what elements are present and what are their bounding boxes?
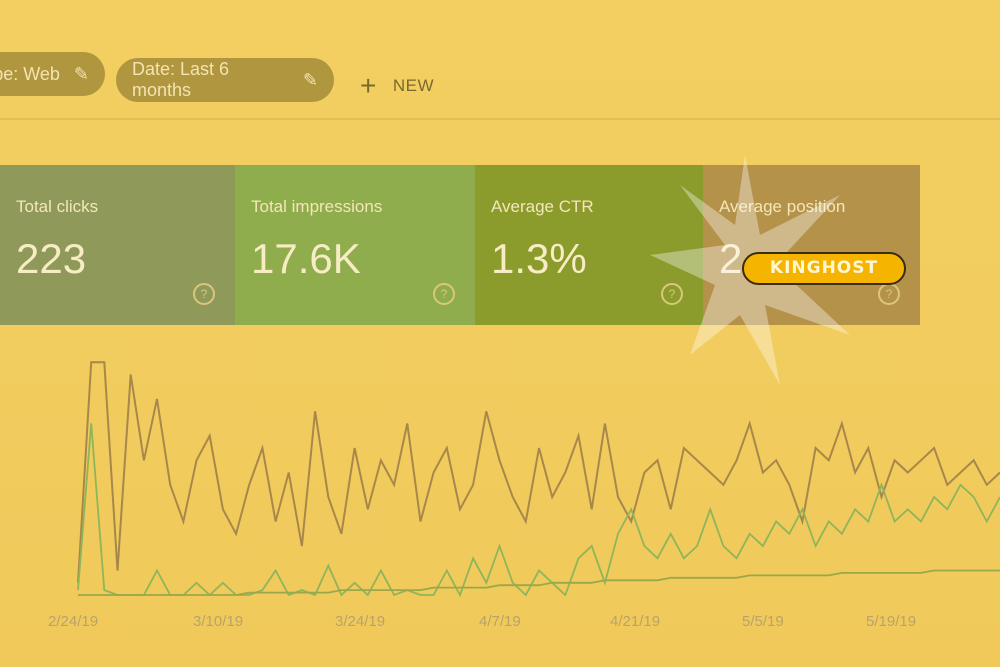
performance-chart [77,361,1000,598]
series-line-0 [77,361,1000,583]
x-tick-label: 3/10/19 [193,613,244,630]
pencil-icon[interactable]: ✎ [303,70,318,91]
metric-value: 223 [16,235,87,282]
help-icon[interactable]: ? [878,283,900,305]
search-console-screen: pe: Web ✎ Date: Last 6 months ✎ + NEW To… [0,0,1000,667]
filter-chip-type-label: pe: Web [0,63,60,84]
metric-label: Total clicks [16,197,99,216]
new-filter-button[interactable]: + NEW [360,72,434,100]
filter-chip-date-label: Date: Last 6 months [132,59,230,100]
x-tick-label: 3/24/19 [335,613,386,630]
x-tick-label: 4/7/19 [479,613,521,630]
plus-icon: + [360,70,377,101]
metric-card-total-clicks[interactable]: Total clicks 223 ? [0,165,235,325]
filter-chip-type[interactable]: pe: Web ✎ [0,52,105,96]
kinghost-logo: KINGHOST [742,252,906,285]
series-line-2 [78,569,1000,596]
pencil-icon[interactable]: ✎ [74,64,89,85]
x-tick-label: 5/19/19 [866,613,917,630]
new-filter-label: NEW [392,76,435,95]
x-tick-label: 5/5/19 [742,613,784,630]
metric-label: Total impressions [251,197,383,216]
metric-card-total-impressions[interactable]: Total impressions 17.6K ? [235,165,475,325]
x-tick-label: 4/21/19 [610,613,661,630]
metric-value: 17.6K [251,235,361,282]
help-icon[interactable]: ? [433,283,455,305]
filter-chip-date[interactable]: Date: Last 6 months ✎ [116,58,334,102]
divider [0,118,1000,120]
help-icon[interactable]: ? [193,283,215,305]
x-tick-label: 2/24/19 [48,613,99,630]
